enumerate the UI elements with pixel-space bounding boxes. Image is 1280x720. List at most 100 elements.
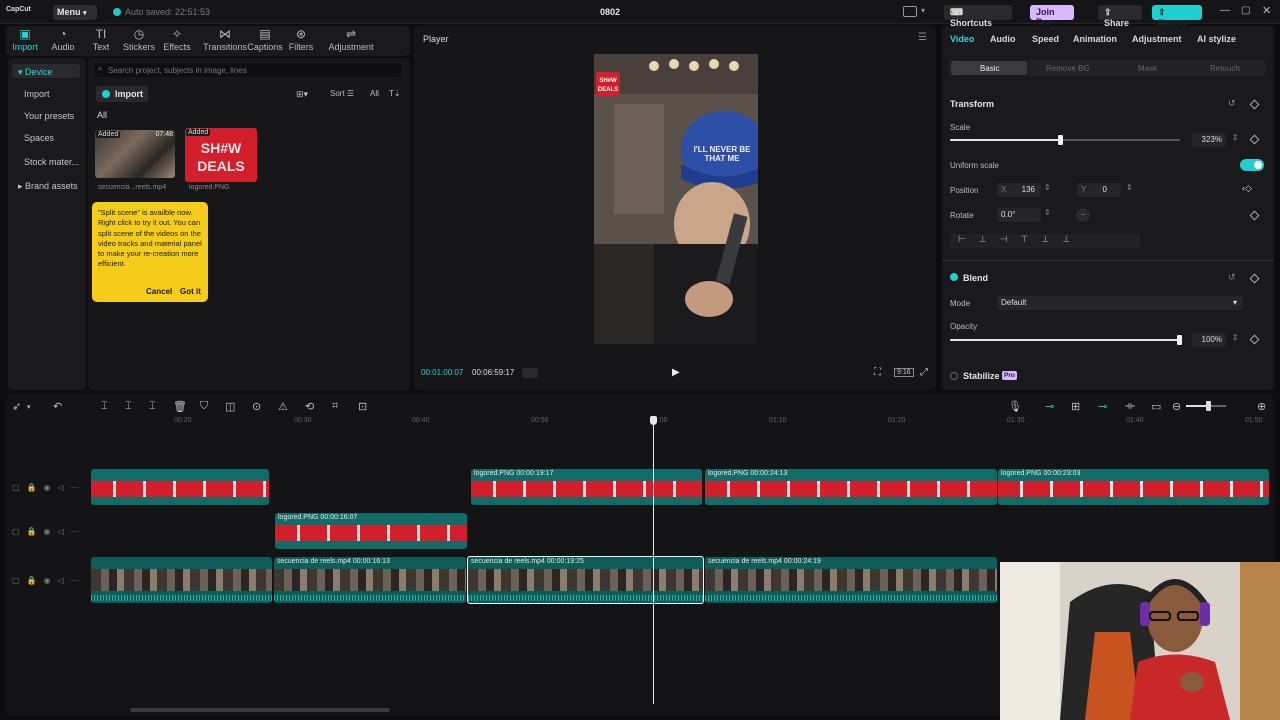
timeline-clip[interactable]: logored.PNG 00:00:24:13: [705, 469, 997, 505]
nav-brand-assets[interactable]: ▸ Brand assets: [18, 181, 78, 192]
tab-video[interactable]: Video: [950, 34, 974, 44]
crop-icon[interactable]: ⌗: [332, 400, 338, 413]
play-icon[interactable]: ▶: [672, 367, 680, 378]
maximize-icon[interactable]: ▢: [1241, 5, 1250, 16]
stepper-icon[interactable]: ⇕: [1126, 183, 1133, 192]
subtab-basic[interactable]: Basic: [980, 64, 1000, 73]
position-x-field[interactable]: X 136: [997, 183, 1041, 197]
close-icon[interactable]: ✕: [1262, 4, 1271, 17]
layout-chevron-icon[interactable]: ▾: [921, 6, 925, 15]
nav-your-presets[interactable]: Your presets: [24, 111, 74, 121]
nav-spaces[interactable]: Spaces: [24, 133, 54, 143]
join-pro-button[interactable]: Join Pro: [1030, 5, 1074, 27]
keyframe-icon[interactable]: [1249, 273, 1260, 284]
subtab-retouch[interactable]: Retouch: [1210, 64, 1240, 73]
share-button[interactable]: ⇪ Share: [1098, 5, 1142, 28]
shortcuts-button[interactable]: ⌨ Shortcuts: [944, 5, 1012, 28]
tool-captions[interactable]: ▤ Captions: [244, 26, 286, 52]
tool-transitions[interactable]: ⋈ Transitions: [200, 26, 250, 52]
tip-got-it-button[interactable]: Got it: [180, 287, 201, 296]
filter-type-icon[interactable]: T⇣: [389, 89, 401, 98]
opacity-value[interactable]: 100%: [1192, 333, 1226, 347]
cursor-dropdown-icon[interactable]: ▾: [27, 403, 31, 411]
tab-ai-stylize[interactable]: AI stylize: [1197, 34, 1236, 44]
timeline-clip-selected[interactable]: secuencia de reels.mp4 00:00:19:25: [467, 556, 704, 604]
timeline-clip[interactable]: [91, 469, 269, 505]
microphone-icon[interactable]: 🎙: [1008, 400, 1022, 413]
stabilize-checkbox[interactable]: [950, 372, 958, 380]
hamburger-icon[interactable]: ☰: [918, 32, 927, 43]
mirror-icon[interactable]: ⚠: [278, 400, 288, 413]
auto-reframe-icon[interactable]: ⊡: [358, 400, 367, 413]
nav-stock-materials[interactable]: Stock mater...: [24, 157, 79, 167]
tool-text[interactable]: TI Text: [82, 26, 120, 52]
track-header-overlay1[interactable]: ▢🔒◉◁⋯: [12, 483, 86, 492]
rotate-icon[interactable]: ⟲: [305, 400, 314, 413]
zoom-out-icon[interactable]: ⊖: [1172, 400, 1181, 413]
timeline-mode-icon[interactable]: [522, 368, 538, 378]
sort-button[interactable]: Sort ☰: [330, 89, 354, 98]
caption-track-icon[interactable]: ▭: [1151, 400, 1161, 413]
timeline-clip[interactable]: secuencia de reels.mp4 00:00:16:13: [274, 557, 466, 603]
play-reverse-icon[interactable]: ⊙: [252, 400, 261, 413]
search-bar[interactable]: ⌕: [94, 63, 402, 77]
view-toggle-icon[interactable]: ⊞▾: [296, 89, 308, 100]
playhead[interactable]: [653, 417, 654, 704]
keyframe-icon[interactable]: [1249, 99, 1260, 110]
nav-import[interactable]: Import: [24, 89, 50, 99]
stepper-icon[interactable]: ⇕: [1232, 133, 1239, 142]
tool-adjustment[interactable]: ⇌ Adjustment: [324, 26, 378, 52]
stepper-icon[interactable]: ⇕: [1044, 208, 1051, 217]
linkage-icon[interactable]: ⊸: [1098, 400, 1107, 413]
stepper-icon[interactable]: ⇕: [1044, 183, 1051, 192]
menu-button[interactable]: Menu ▾: [53, 5, 97, 20]
main-track-magnet-icon[interactable]: ⊸: [1045, 400, 1054, 413]
split-icon[interactable]: ⌶: [101, 400, 108, 413]
split-left-icon[interactable]: ⌶: [125, 400, 132, 413]
timeline-clip[interactable]: logored.PNG 00:00:23:03: [998, 469, 1269, 505]
align-toolbar[interactable]: ⊢⊥⊣⊤⊥⊥: [950, 234, 1140, 248]
layout-icon[interactable]: [903, 6, 917, 17]
timeline-clip[interactable]: logored.PNG 00:00:19:17: [471, 469, 702, 505]
split-right-icon[interactable]: ⌶: [149, 400, 156, 413]
timeline-clip[interactable]: [91, 557, 272, 603]
tool-audio[interactable]: ◔ Audio: [44, 26, 82, 52]
undo-icon[interactable]: ↶: [53, 400, 62, 413]
tab-speed[interactable]: Speed: [1032, 34, 1059, 44]
tab-animation[interactable]: Animation: [1073, 34, 1117, 44]
tab-audio[interactable]: Audio: [990, 34, 1016, 44]
marker-icon[interactable]: ⛉: [200, 400, 208, 413]
subtab-remove-bg[interactable]: Remove BG: [1046, 64, 1090, 73]
timeline-scrollbar[interactable]: [130, 708, 390, 712]
import-button[interactable]: Import: [96, 86, 148, 102]
opacity-slider-knob[interactable]: [1177, 335, 1182, 345]
media-thumb-video[interactable]: Added 07:48: [95, 130, 175, 178]
blend-checkbox[interactable]: [950, 273, 958, 281]
ratio-button[interactable]: 9:16: [894, 368, 914, 377]
tool-filters[interactable]: ⊛ Filters: [282, 26, 320, 52]
tool-stickers[interactable]: ◷ Stickers: [120, 26, 158, 52]
track-header-main[interactable]: ▢🔒◉◁⋯: [12, 576, 86, 585]
position-y-field[interactable]: Y0: [1077, 183, 1121, 197]
subtab-mask[interactable]: Mask: [1138, 64, 1157, 73]
delete-icon[interactable]: 🗑: [173, 400, 187, 413]
search-input[interactable]: [108, 64, 398, 76]
stepper-icon[interactable]: ⇕: [1232, 333, 1239, 342]
video-preview[interactable]: I'LL NEVER BE THAT ME SH#W DEALS: [594, 54, 758, 344]
keyframe-nav-icon[interactable]: ‹◇: [1242, 183, 1252, 194]
mode-select[interactable]: Default ▾: [997, 296, 1243, 310]
filter-all-button[interactable]: All: [370, 89, 379, 98]
export-button[interactable]: ⇧ Export: [1152, 5, 1202, 28]
nav-device[interactable]: ▾ Device: [18, 67, 53, 78]
reset-icon[interactable]: ↺: [1228, 98, 1236, 109]
keyframe-icon[interactable]: [1249, 210, 1260, 221]
keyframe-icon[interactable]: [1249, 134, 1260, 145]
reset-icon[interactable]: ↺: [1228, 272, 1236, 283]
minimize-icon[interactable]: —: [1220, 5, 1230, 16]
playhead-handle[interactable]: [650, 416, 657, 425]
keyframe-icon[interactable]: [1249, 334, 1260, 345]
project-title[interactable]: 0802: [600, 7, 620, 17]
media-thumb-logo[interactable]: Added SH#W DEALS: [185, 128, 257, 182]
uniform-scale-toggle[interactable]: [1240, 159, 1264, 171]
fit-timeline-icon[interactable]: ⊕: [1257, 400, 1266, 413]
